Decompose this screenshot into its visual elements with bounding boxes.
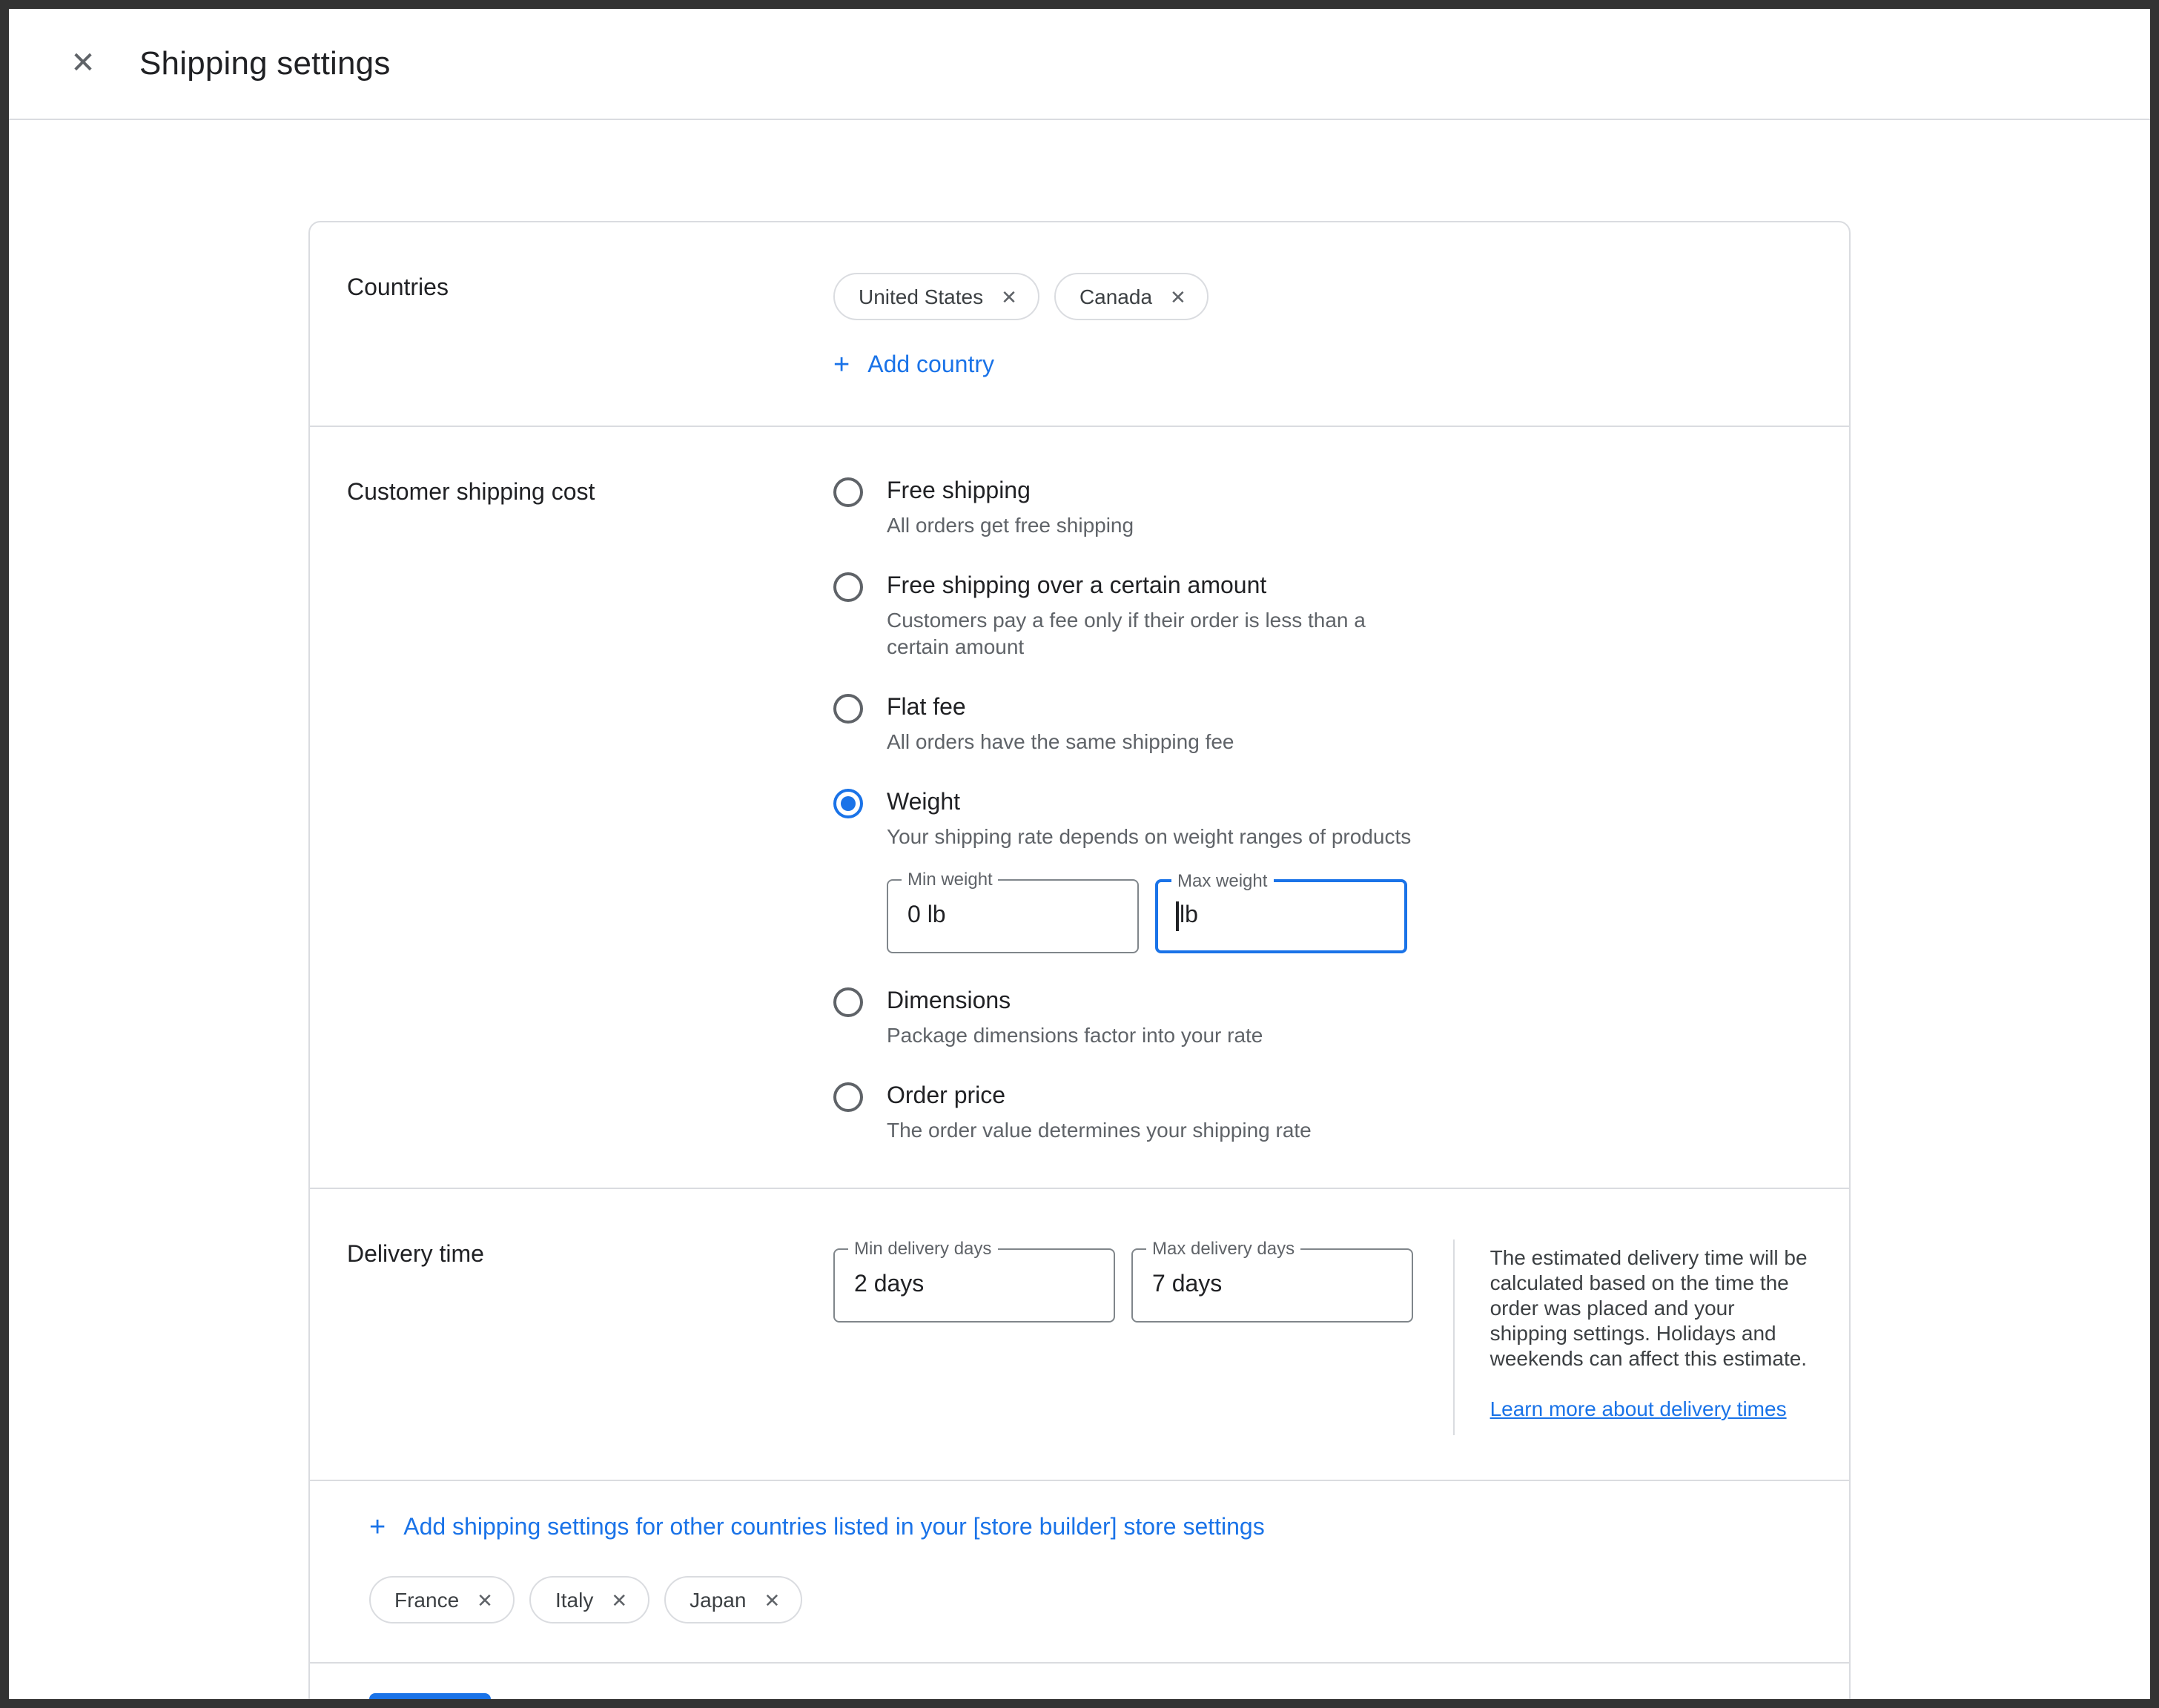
radio-option-free-over-amount[interactable]: Free shipping over a certain amount Cust… xyxy=(833,572,1812,660)
option-description: Customers pay a fee only if their order … xyxy=(887,606,1376,660)
footer-actions: Save Back xyxy=(310,1662,1849,1708)
radio-icon[interactable] xyxy=(833,987,863,1017)
countries-chip-row: United States ✕ Canada ✕ xyxy=(833,273,1812,320)
option-description: The order value determines your shipping… xyxy=(887,1116,1312,1143)
radio-icon[interactable] xyxy=(833,694,863,724)
max-delivery-days-value: 7 days xyxy=(1152,1272,1222,1299)
option-title: Order price xyxy=(887,1082,1312,1112)
chip-label: United States xyxy=(859,285,983,308)
delivery-time-section: Delivery time Min delivery days 2 days M… xyxy=(310,1188,1849,1480)
text-caret xyxy=(1176,901,1178,931)
save-button[interactable]: Save xyxy=(369,1693,491,1708)
radio-option-free-shipping[interactable]: Free shipping All orders get free shippi… xyxy=(833,477,1812,538)
add-other-countries-label: Add shipping settings for other countrie… xyxy=(403,1515,1265,1541)
radio-icon-selected[interactable] xyxy=(833,789,863,818)
min-delivery-days-value: 2 days xyxy=(854,1272,924,1299)
radio-icon[interactable] xyxy=(833,477,863,507)
max-weight-field-label: Max weight xyxy=(1171,870,1273,891)
countries-section: Countries United States ✕ Canada ✕ + Add… xyxy=(310,222,1849,426)
max-weight-field[interactable]: Max weight lb xyxy=(1155,879,1407,953)
dialog-header: ✕ Shipping settings xyxy=(9,9,2150,120)
add-country-label: Add country xyxy=(867,352,994,379)
option-title: Free shipping over a certain amount xyxy=(887,572,1376,602)
min-delivery-days-field[interactable]: Min delivery days 2 days xyxy=(833,1248,1115,1323)
other-countries-section: + Add shipping settings for other countr… xyxy=(310,1480,1849,1662)
max-delivery-days-field[interactable]: Max delivery days 7 days xyxy=(1131,1248,1413,1323)
radio-option-dimensions[interactable]: Dimensions Package dimensions factor int… xyxy=(833,987,1812,1048)
plus-icon: + xyxy=(833,351,850,380)
min-weight-field-label: Min weight xyxy=(902,869,999,890)
add-country-button[interactable]: + Add country xyxy=(833,351,994,380)
remove-chip-icon[interactable]: ✕ xyxy=(764,1590,780,1609)
delivery-help-text: The estimated delivery time will be calc… xyxy=(1490,1245,1812,1371)
radio-option-flat-fee[interactable]: Flat fee All orders have the same shippi… xyxy=(833,694,1812,755)
min-delivery-days-label: Min delivery days xyxy=(848,1238,997,1259)
shipping-cost-options: Free shipping All orders get free shippi… xyxy=(833,477,1812,1143)
weight-fields: Min weight 0 lb Max weight lb xyxy=(887,879,1411,953)
country-chip-japan[interactable]: Japan ✕ xyxy=(664,1576,802,1623)
option-description: Your shipping rate depends on weight ran… xyxy=(887,823,1411,850)
option-description: Package dimensions factor into your rate xyxy=(887,1022,1263,1048)
option-title: Weight xyxy=(887,789,1411,818)
chip-label: France xyxy=(394,1588,459,1612)
chip-label: Canada xyxy=(1080,285,1152,308)
shipping-cost-label: Customer shipping cost xyxy=(347,477,833,1143)
radio-icon[interactable] xyxy=(833,1082,863,1112)
chip-label: Italy xyxy=(555,1588,593,1612)
country-chip-france[interactable]: France ✕ xyxy=(369,1576,515,1623)
chip-label: Japan xyxy=(690,1588,746,1612)
countries-label: Countries xyxy=(347,273,833,381)
shipping-settings-dialog: ✕ Shipping settings Countries United Sta… xyxy=(0,0,2159,1708)
country-chip-canada[interactable]: Canada ✕ xyxy=(1054,273,1209,320)
radio-icon[interactable] xyxy=(833,572,863,602)
shipping-cost-section: Customer shipping cost Free shipping All… xyxy=(310,426,1849,1188)
vertical-divider xyxy=(1453,1239,1455,1435)
page-title: Shipping settings xyxy=(139,44,391,83)
remove-chip-icon[interactable]: ✕ xyxy=(1170,287,1186,306)
other-countries-chip-row: France ✕ Italy ✕ Japan ✕ xyxy=(369,1576,1812,1623)
max-delivery-days-label: Max delivery days xyxy=(1146,1238,1300,1259)
option-title: Flat fee xyxy=(887,694,1234,724)
radio-option-order-price[interactable]: Order price The order value determines y… xyxy=(833,1082,1812,1143)
option-description: All orders have the same shipping fee xyxy=(887,728,1234,755)
min-weight-field[interactable]: Min weight 0 lb xyxy=(887,879,1139,953)
remove-chip-icon[interactable]: ✕ xyxy=(477,1590,493,1609)
option-title: Free shipping xyxy=(887,477,1134,507)
radio-option-weight[interactable]: Weight Your shipping rate depends on wei… xyxy=(833,789,1812,953)
max-weight-value: lb xyxy=(1180,903,1198,930)
remove-chip-icon[interactable]: ✕ xyxy=(1001,287,1017,306)
settings-card: Countries United States ✕ Canada ✕ + Add… xyxy=(308,221,1851,1708)
delivery-time-label: Delivery time xyxy=(347,1239,833,1435)
country-chip-united-states[interactable]: United States ✕ xyxy=(833,273,1039,320)
plus-icon: + xyxy=(369,1514,386,1542)
delivery-fields: Min delivery days 2 days Max delivery da… xyxy=(833,1248,1413,1323)
add-other-countries-button[interactable]: + Add shipping settings for other countr… xyxy=(369,1514,1265,1542)
remove-chip-icon[interactable]: ✕ xyxy=(611,1590,627,1609)
option-title: Dimensions xyxy=(887,987,1263,1017)
close-icon[interactable]: ✕ xyxy=(65,49,101,79)
country-chip-italy[interactable]: Italy ✕ xyxy=(530,1576,649,1623)
learn-more-link[interactable]: Learn more about delivery times xyxy=(1490,1397,1787,1422)
option-description: All orders get free shipping xyxy=(887,512,1134,538)
min-weight-value: 0 lb xyxy=(907,903,946,930)
